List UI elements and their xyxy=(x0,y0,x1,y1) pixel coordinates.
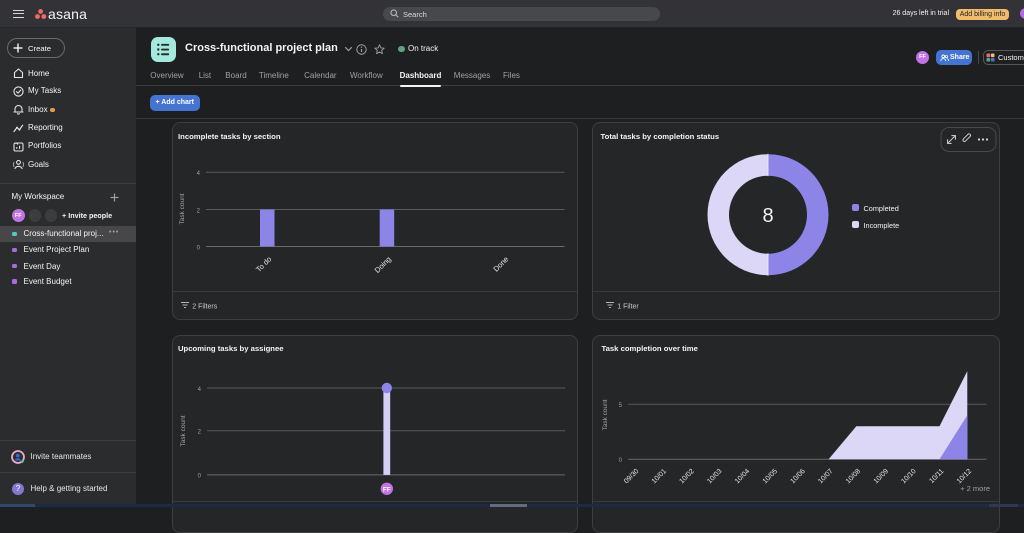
svg-text:0: 0 xyxy=(198,474,202,480)
svg-text:10/09: 10/09 xyxy=(873,468,890,485)
svg-text:2: 2 xyxy=(197,208,201,214)
svg-text:Task count: Task count xyxy=(179,193,186,224)
svg-text:FF: FF xyxy=(383,486,391,493)
svg-text:10/04: 10/04 xyxy=(734,468,751,485)
svg-text:0: 0 xyxy=(619,458,623,464)
svg-text:10/05: 10/05 xyxy=(762,468,779,485)
svg-text:Task count: Task count xyxy=(602,399,609,430)
svg-text:+ 2 more: + 2 more xyxy=(960,484,990,493)
svg-text:10/08: 10/08 xyxy=(845,468,862,485)
svg-text:10/02: 10/02 xyxy=(678,468,695,485)
svg-text:10/12: 10/12 xyxy=(956,468,973,485)
svg-text:Done: Done xyxy=(491,255,510,274)
svg-text:2 Filters: 2 Filters xyxy=(192,303,217,310)
svg-text:10/06: 10/06 xyxy=(789,468,806,485)
svg-text:Incomplete: Incomplete xyxy=(864,221,900,230)
svg-text:4: 4 xyxy=(198,387,202,393)
svg-text:09/30: 09/30 xyxy=(623,468,640,485)
svg-text:10/10: 10/10 xyxy=(900,468,917,485)
svg-text:To do: To do xyxy=(254,255,273,274)
svg-text:2: 2 xyxy=(198,430,202,436)
svg-text:8: 8 xyxy=(762,205,773,227)
svg-text:10/01: 10/01 xyxy=(651,468,668,485)
svg-text:10/03: 10/03 xyxy=(706,468,723,485)
svg-text:Doing: Doing xyxy=(373,255,393,275)
svg-text:Completed: Completed xyxy=(864,204,899,213)
svg-text:0: 0 xyxy=(197,245,201,251)
svg-text:4: 4 xyxy=(197,171,201,177)
svg-text:10/07: 10/07 xyxy=(817,468,834,485)
svg-text:Task count: Task count xyxy=(180,415,187,446)
svg-text:1 Filter: 1 Filter xyxy=(617,303,639,310)
svg-text:10/11: 10/11 xyxy=(928,468,945,485)
svg-text:5: 5 xyxy=(619,403,623,409)
